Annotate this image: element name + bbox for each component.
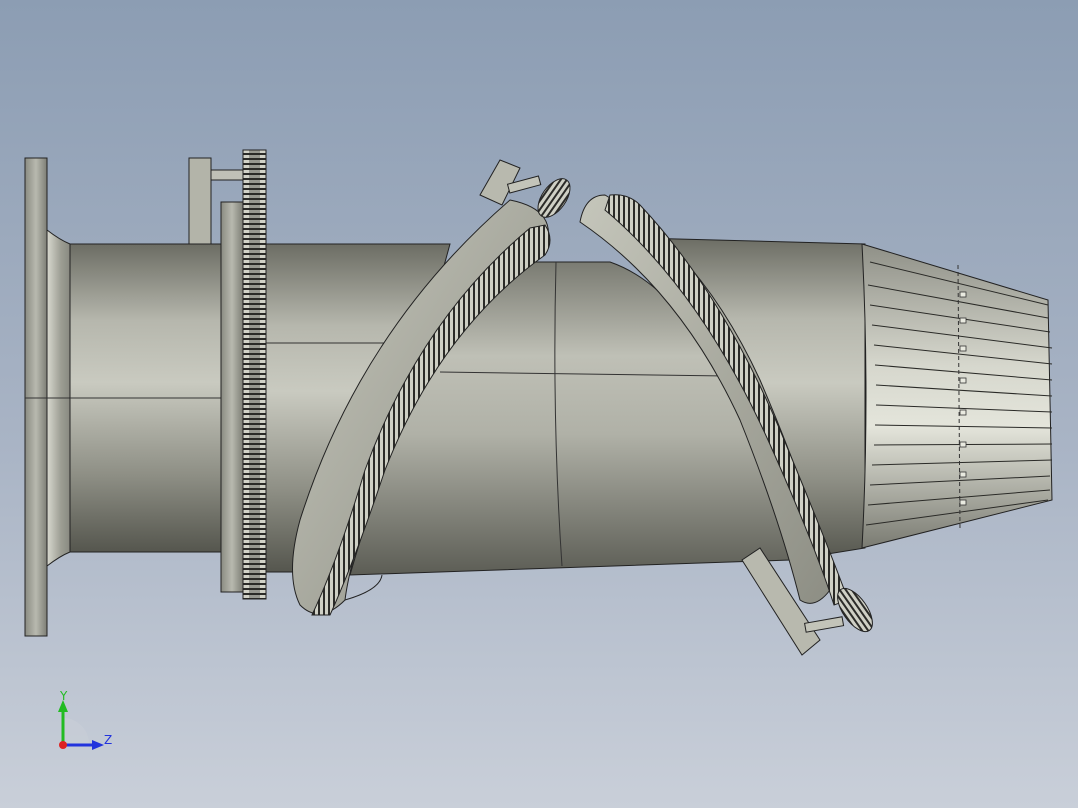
graphics-viewport[interactable]: Y Z [0, 0, 1078, 808]
main-pipe-section[interactable] [69, 201, 244, 593]
gear-ring-left[interactable] [242, 149, 267, 600]
nozzle-cone[interactable] [861, 243, 1053, 549]
z-axis-label: Z [104, 733, 112, 747]
x-axis-dot-icon [59, 741, 67, 749]
orientation-triad[interactable]: Y Z [58, 689, 112, 750]
cad-model-view[interactable]: Y Z [0, 0, 1078, 808]
z-axis-arrow-icon [92, 740, 104, 750]
inlet-flange[interactable] [24, 157, 71, 637]
y-axis-label: Y [59, 689, 68, 703]
